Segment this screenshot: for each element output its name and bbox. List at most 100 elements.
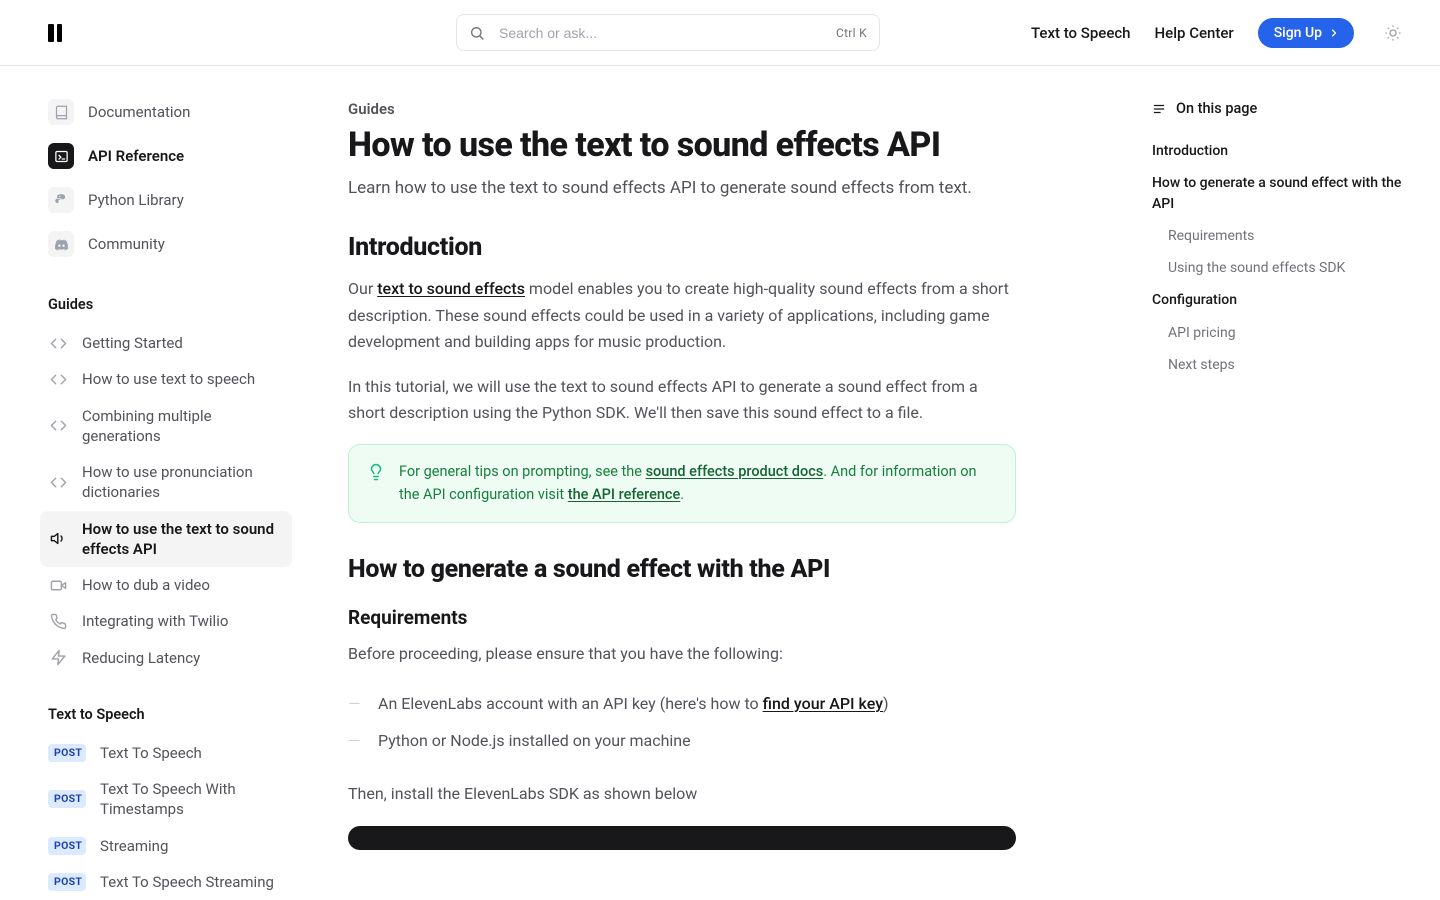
sidebar-item[interactable]: How to dub a video: [40, 567, 292, 603]
toc-link[interactable]: Configuration: [1152, 284, 1408, 316]
sidebar-section-title: Text to Speech: [40, 706, 292, 729]
method-badge: POST: [48, 837, 86, 855]
brand-logo[interactable]: [48, 24, 62, 42]
top-header: Ctrl K Text to Speech Help Center Sign U…: [0, 0, 1440, 66]
code-icon: [48, 335, 68, 352]
toc-link[interactable]: Using the sound effects SDK: [1152, 252, 1408, 284]
sidebar-item-label: How to use the text to sound effects API: [82, 519, 284, 560]
sidebar-item-label: Text To Speech With Timestamps: [100, 779, 284, 820]
sidebar-section-title: Guides: [40, 296, 292, 319]
sidebar-item-label: Text To Speech: [100, 743, 202, 763]
sidebar-item-label: Integrating with Twilio: [82, 611, 228, 631]
sidebar-item[interactable]: POST Text To Speech: [40, 735, 292, 771]
sidebar-item-label: Reducing Latency: [82, 648, 200, 668]
breadcrumb: Guides: [348, 100, 1016, 118]
search-shortcut: Ctrl K: [836, 26, 867, 40]
requirements-intro: Before proceeding, please ensure that yo…: [348, 641, 1016, 667]
intro-paragraph-1: Our text to sound effects model enables …: [348, 276, 1016, 355]
tip-callout: For general tips on prompting, see the s…: [348, 444, 1016, 523]
link-text-to-sound-effects[interactable]: text to sound effects: [377, 279, 525, 298]
sidebar-item-label: Getting Started: [82, 333, 183, 353]
theme-toggle-button[interactable]: [1378, 18, 1408, 48]
sidebar-item-label: Community: [88, 234, 165, 254]
nav-help-center[interactable]: Help Center: [1155, 24, 1234, 42]
code-icon: [48, 417, 68, 434]
sidebar-item[interactable]: Combining multiple generations: [40, 398, 292, 455]
method-badge: POST: [48, 744, 86, 762]
book-icon: [48, 99, 74, 125]
list-item: — Python or Node.js installed on your ma…: [348, 723, 1016, 760]
sidebar-item[interactable]: POST Text To Speech With Timestamps: [40, 771, 292, 828]
phone-icon: [48, 613, 68, 630]
list-icon: [1152, 102, 1166, 116]
table-of-contents: On this page IntroductionHow to generate…: [1140, 66, 1440, 900]
code-icon: [48, 474, 68, 491]
callout-text: For general tips on prompting, see the s…: [399, 461, 997, 506]
chevron-right-icon: [1328, 27, 1340, 39]
zap-icon: [48, 649, 68, 666]
sidebar-item[interactable]: How to use text to speech: [40, 361, 292, 397]
search-input[interactable]: [497, 24, 824, 42]
page-subtitle: Learn how to use the text to sound effec…: [348, 175, 1016, 201]
sidebar-item-label: Documentation: [88, 102, 190, 122]
code-icon: [48, 371, 68, 388]
signup-label: Sign Up: [1274, 25, 1322, 41]
sidebar-item-label: Python Library: [88, 190, 184, 210]
method-badge: POST: [48, 790, 86, 808]
sidebar-item-label: Text To Speech Streaming: [100, 872, 274, 892]
sidebar-top-item[interactable]: Community: [40, 222, 292, 266]
sidebar-top-item[interactable]: API Reference: [40, 134, 292, 178]
sidebar-item[interactable]: POST Text To Speech Streaming: [40, 864, 292, 900]
requirements-list: — An ElevenLabs account with an API key …: [348, 686, 1016, 760]
sidebar-item[interactable]: Integrating with Twilio: [40, 603, 292, 639]
sidebar-item[interactable]: How to use pronunciation dictionaries: [40, 454, 292, 511]
toc-link[interactable]: Next steps: [1152, 349, 1408, 381]
discord-icon: [48, 231, 74, 257]
sidebar-item-label: How to dub a video: [82, 575, 210, 595]
install-intro: Then, install the ElevenLabs SDK as show…: [348, 781, 1016, 807]
toc-link[interactable]: API pricing: [1152, 317, 1408, 349]
header-nav: Text to Speech Help Center Sign Up: [1031, 18, 1408, 48]
sidebar-item-label: Combining multiple generations: [82, 406, 284, 447]
heading-requirements: Requirements: [348, 606, 1016, 629]
speaker-icon: [48, 530, 68, 547]
sidebar-item-label: How to use text to speech: [82, 369, 255, 389]
link-api-reference[interactable]: the API reference: [568, 486, 680, 503]
dash-icon: —: [348, 692, 362, 717]
search-box[interactable]: Ctrl K: [456, 14, 880, 51]
sidebar-item-label: API Reference: [88, 146, 184, 166]
intro-paragraph-2: In this tutorial, we will use the text t…: [348, 374, 1016, 427]
link-product-docs[interactable]: sound effects product docs: [646, 463, 824, 480]
sidebar-nav: Documentation API Reference Python Library…: [0, 66, 300, 900]
sidebar-top-item[interactable]: Python Library: [40, 178, 292, 222]
toc-header: On this page: [1152, 100, 1408, 117]
search-icon: [469, 25, 485, 41]
sidebar-item[interactable]: POST Streaming: [40, 828, 292, 864]
python-icon: [48, 187, 74, 213]
nav-text-to-speech[interactable]: Text to Speech: [1031, 24, 1131, 42]
signup-button[interactable]: Sign Up: [1258, 18, 1354, 48]
toc-link[interactable]: How to generate a sound effect with the …: [1152, 167, 1408, 220]
heading-how-to-generate: How to generate a sound effect with the …: [348, 555, 1016, 584]
sidebar-item-label: Streaming: [100, 836, 168, 856]
sidebar-top-item[interactable]: Documentation: [40, 90, 292, 134]
code-block: [348, 826, 1016, 850]
sidebar-item[interactable]: Reducing Latency: [40, 640, 292, 676]
method-badge: POST: [48, 873, 86, 891]
main-content: Guides How to use the text to sound effe…: [300, 66, 1064, 900]
sidebar-item[interactable]: Getting Started: [40, 325, 292, 361]
page-title: How to use the text to sound effects API: [348, 126, 1016, 165]
sidebar-item-label: How to use pronunciation dictionaries: [82, 462, 284, 503]
list-item: — An ElevenLabs account with an API key …: [348, 686, 1016, 723]
toc-link[interactable]: Introduction: [1152, 135, 1408, 167]
link-find-api-key[interactable]: find your API key: [763, 694, 883, 713]
dash-icon: —: [348, 729, 362, 754]
toc-link[interactable]: Requirements: [1152, 220, 1408, 252]
sidebar-item[interactable]: How to use the text to sound effects API: [40, 511, 292, 568]
logo-mark-icon: [48, 24, 62, 42]
sun-icon: [1384, 24, 1402, 42]
video-icon: [48, 577, 68, 594]
lightbulb-icon: [367, 463, 385, 481]
terminal-icon: [48, 143, 74, 169]
heading-introduction: Introduction: [348, 233, 1016, 262]
